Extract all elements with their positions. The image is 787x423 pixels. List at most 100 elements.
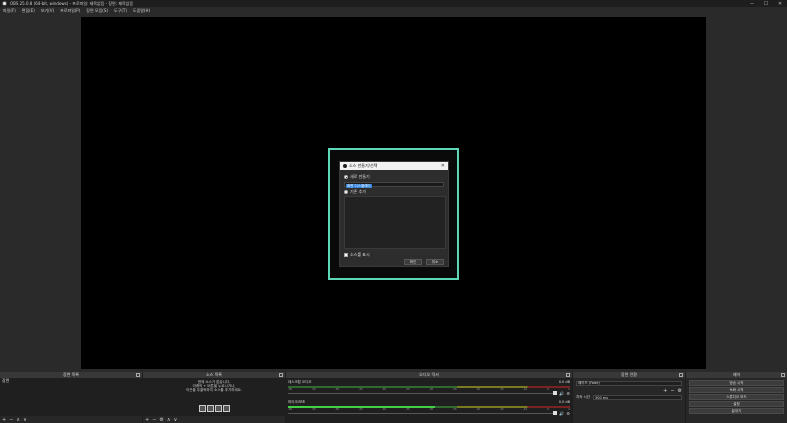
volume-slider-handle[interactable] (553, 411, 558, 415)
sources-empty-hint: 현재 소스가 없습니다. 아래의 + 버튼을 누르시거나, 이곳을 우클릭하여 … (143, 380, 285, 392)
window-title: OBS 25.0.8 (64-bit, windows) - 프로파일: 제목없… (10, 0, 134, 6)
source-properties-button[interactable]: ⚙ (159, 417, 163, 423)
scenes-dock: 장면 목록 장면 + − ∧ ∨ (0, 372, 143, 423)
move-source-down-button[interactable]: ∨ (174, 417, 178, 423)
transitions-dock: 장면 전환 페이드 (Fade) + − ⚙ 지속 시간 300 ms (573, 372, 686, 423)
browser-source-icon (214, 405, 222, 412)
add-scene-button[interactable]: + (2, 417, 6, 423)
scenes-list[interactable]: 장면 (0, 378, 142, 416)
transition-select[interactable]: 페이드 (Fade) (576, 381, 682, 386)
move-scene-up-button[interactable]: ∧ (16, 417, 20, 423)
controls-dock: 제어 방송 시작 녹화 시작 스튜디오 모드 설정 끝내기 (686, 372, 787, 423)
dialog-title-bar: 소스 만들기/선택 ✕ (340, 162, 448, 170)
controls-dock-header: 제어 (686, 372, 787, 378)
make-visible-checkbox[interactable] (344, 253, 348, 257)
mixer-track: 마이크/보조 0.0 dB -60 -55 -50 -45 -40 -35 -30 -25 -2… (288, 400, 570, 416)
create-new-option[interactable]: 새로 만들기 (344, 174, 370, 180)
start-recording-button[interactable]: 녹화 시작 (689, 387, 784, 393)
mute-speaker-icon[interactable]: 🔊 (559, 411, 564, 416)
menu-tools[interactable]: 도구(T) (111, 8, 130, 14)
undock-icon[interactable] (566, 373, 570, 377)
exit-button[interactable]: 끝내기 (689, 408, 784, 414)
sources-list[interactable]: 현재 소스가 없습니다. 아래의 + 버튼을 누르시거나, 이곳을 우클릭하여 … (143, 378, 285, 416)
camera-source-icon (222, 405, 230, 412)
existing-sources-list[interactable] (344, 196, 446, 249)
menu-bar: 파일(F) 편집(E) 보기(V) 프로파일(P) 장면 모음(S) 도구(T)… (0, 7, 787, 14)
add-existing-label: 기존 추가 (350, 189, 366, 194)
mixer-track: 데스크탑 오디오 0.0 dB -60 -55 -50 -45 -40 -35 -30 -25… (288, 380, 570, 396)
sources-empty-line: 이곳을 우클릭하여 소스를 추가하세요. (186, 388, 242, 392)
volume-slider-handle[interactable] (553, 391, 558, 395)
menu-view[interactable]: 보기(V) (38, 8, 57, 14)
duration-input[interactable]: 300 ms (593, 395, 682, 400)
undock-icon[interactable] (279, 373, 283, 377)
make-visible-label: 소스를 표시 (350, 252, 370, 257)
remove-scene-button[interactable]: − (9, 417, 13, 423)
title-bar: OBS 25.0.8 (64-bit, windows) - 프로파일: 제목없… (0, 0, 787, 7)
mixer-body: 데스크탑 오디오 0.0 dB -60 -55 -50 -45 -40 -35 -30 -25… (286, 378, 572, 423)
volume-slider[interactable] (288, 391, 558, 395)
obs-logo-icon (343, 164, 347, 168)
add-existing-option[interactable]: 기존 추가 (344, 189, 366, 195)
menu-scene-collection[interactable]: 장면 모음(S) (83, 8, 111, 14)
scene-item[interactable]: 장면 (0, 378, 142, 383)
duration-row: 지속 시간 300 ms (576, 395, 682, 400)
duration-value: 300 ms (595, 395, 609, 400)
radio-add-existing[interactable] (344, 190, 348, 194)
obs-logo-icon (2, 1, 7, 6)
dock-area: 장면 목록 장면 + − ∧ ∨ 소스 목록 현재 소스가 없습니다. 아래의 … (0, 372, 787, 423)
source-name-value: 화면 디스플레이 (346, 184, 372, 188)
track-db: 0.0 dB (558, 380, 570, 384)
settings-button[interactable]: 설정 (689, 401, 784, 407)
add-transition-button[interactable]: + (663, 388, 667, 394)
remove-transition-button[interactable]: − (670, 388, 674, 394)
display-source-icon (206, 405, 214, 412)
volume-slider[interactable] (288, 411, 558, 415)
undock-icon[interactable] (679, 373, 683, 377)
start-streaming-button[interactable]: 방송 시작 (689, 380, 784, 386)
mute-speaker-icon[interactable]: 🔊 (559, 391, 564, 396)
transition-properties-button[interactable]: ⚙ (678, 388, 682, 394)
sources-dock: 소스 목록 현재 소스가 없습니다. 아래의 + 버튼을 누르시거나, 이곳을 … (143, 372, 286, 423)
gear-icon[interactable]: ⚙ (566, 391, 570, 396)
move-source-up-button[interactable]: ∧ (167, 417, 171, 423)
track-name: 마이크/보조 (288, 400, 306, 404)
ok-button[interactable]: 확인 (404, 259, 422, 265)
source-name-input[interactable]: 화면 디스플레이 (344, 182, 444, 188)
transitions-dock-header: 장면 전환 (573, 372, 685, 378)
transition-selected: 페이드 (Fade) (578, 381, 600, 385)
dialog-close-button[interactable]: ✕ (441, 163, 445, 169)
studio-mode-button[interactable]: 스튜디오 모드 (689, 394, 784, 400)
track-db: 0.0 dB (558, 400, 570, 404)
menu-help[interactable]: 도움말(H) (130, 8, 153, 14)
scenes-toolbar: + − ∧ ∨ (0, 416, 142, 423)
create-new-label: 새로 만들기 (350, 174, 370, 179)
close-window-button[interactable]: ✕ (773, 0, 787, 7)
audio-mixer-dock: 오디오 믹서 데스크탑 오디오 0.0 dB -60 -55 -50 -45 -40 -3… (286, 372, 573, 423)
make-visible-option[interactable]: 소스를 표시 (344, 252, 370, 258)
undock-icon[interactable] (781, 373, 785, 377)
transition-buttons: + − ⚙ (576, 388, 682, 394)
menu-file[interactable]: 파일(F) (0, 8, 19, 14)
dialog-title: 소스 만들기/선택 (349, 163, 378, 168)
sources-toolbar: + − ⚙ ∧ ∨ (143, 416, 285, 423)
gear-icon[interactable]: ⚙ (566, 411, 570, 416)
duration-label: 지속 시간 (576, 395, 590, 399)
move-scene-down-button[interactable]: ∨ (23, 417, 27, 423)
maximize-button[interactable]: ☐ (759, 0, 773, 7)
minimize-button[interactable]: ─ (745, 0, 759, 7)
transition-select-row: 페이드 (Fade) (576, 381, 682, 386)
menu-profile[interactable]: 프로파일(P) (57, 8, 83, 14)
transitions-dock-title: 장면 전환 (621, 372, 637, 377)
source-type-icons (143, 405, 285, 412)
track-name: 데스크탑 오디오 (288, 380, 312, 384)
radio-create-new[interactable] (344, 175, 348, 179)
controls-dock-title: 제어 (732, 372, 741, 377)
undock-icon[interactable] (136, 373, 140, 377)
cancel-button[interactable]: 취소 (426, 259, 444, 265)
add-source-button[interactable]: + (145, 417, 149, 423)
image-source-icon (198, 405, 206, 412)
menu-edit[interactable]: 편집(E) (19, 8, 38, 14)
create-source-dialog: 소스 만들기/선택 ✕ 새로 만들기 화면 디스플레이 기존 추가 소스를 표시… (339, 161, 449, 267)
remove-source-button[interactable]: − (152, 417, 156, 423)
